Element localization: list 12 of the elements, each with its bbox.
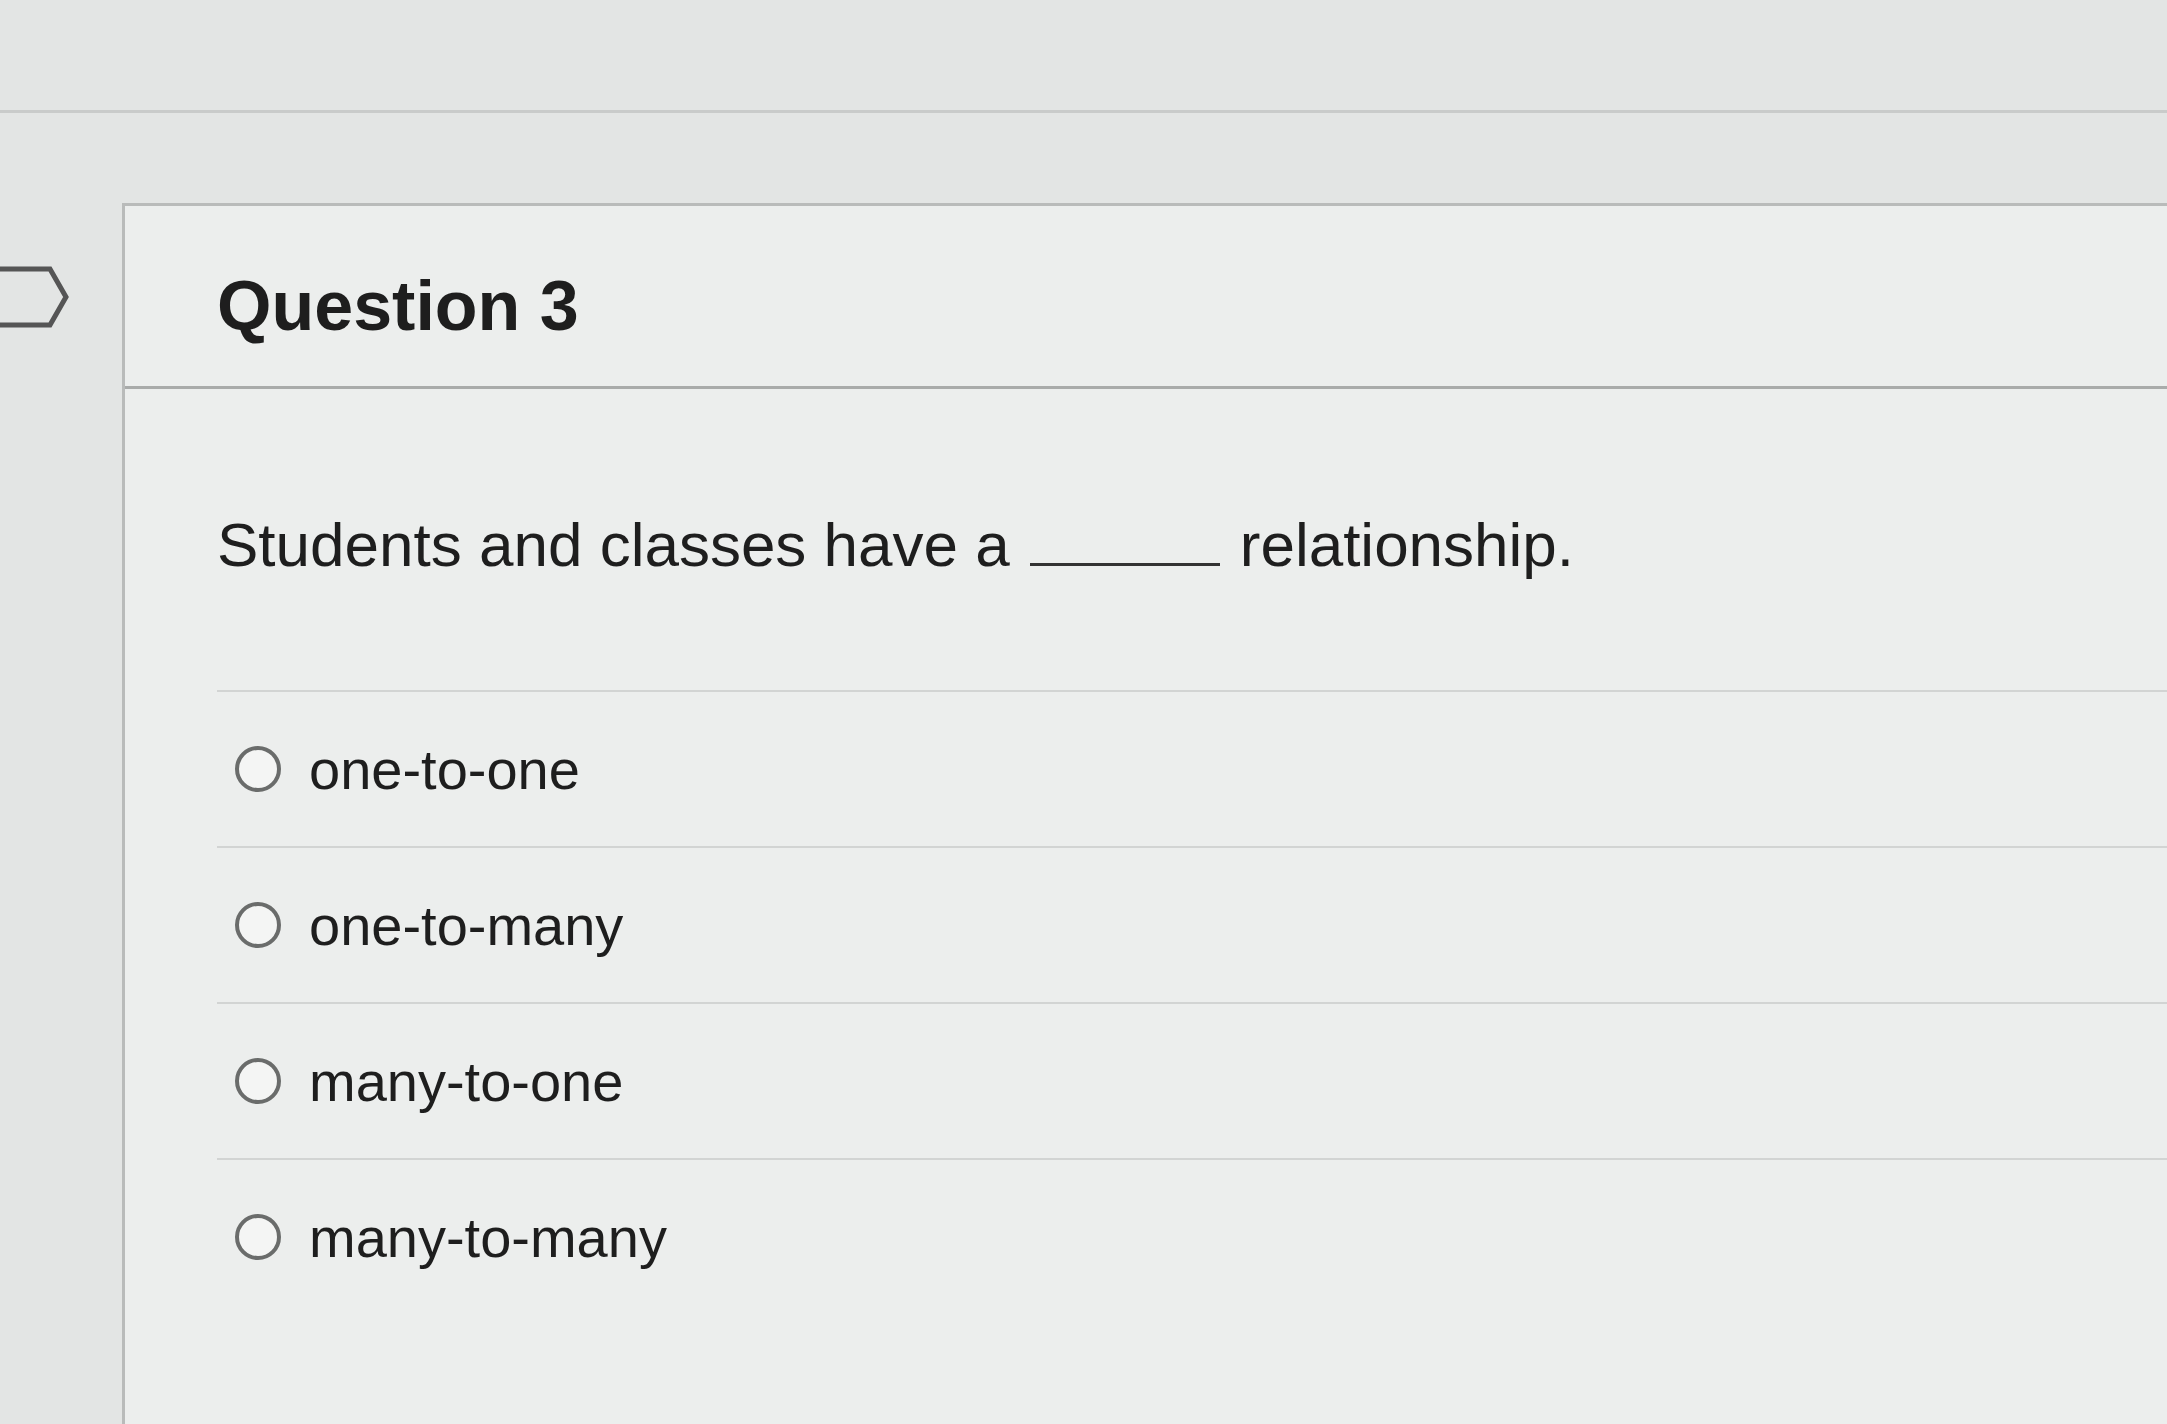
radio-button[interactable] xyxy=(235,902,281,948)
question-text: Students and classes have a xyxy=(217,509,1010,580)
radio-button[interactable] xyxy=(235,746,281,792)
option-label[interactable]: many-to-one xyxy=(309,1048,624,1114)
option-label[interactable]: one-to-one xyxy=(309,736,580,802)
option-label[interactable]: many-to-many xyxy=(309,1204,667,1270)
flag-icon[interactable] xyxy=(0,265,70,329)
question-title: Question 3 xyxy=(217,267,579,345)
radio-button[interactable] xyxy=(235,1214,281,1260)
option-label[interactable]: one-to-many xyxy=(309,892,624,958)
radio-button[interactable] xyxy=(235,1058,281,1104)
question-text: relationship. xyxy=(1239,509,1575,580)
